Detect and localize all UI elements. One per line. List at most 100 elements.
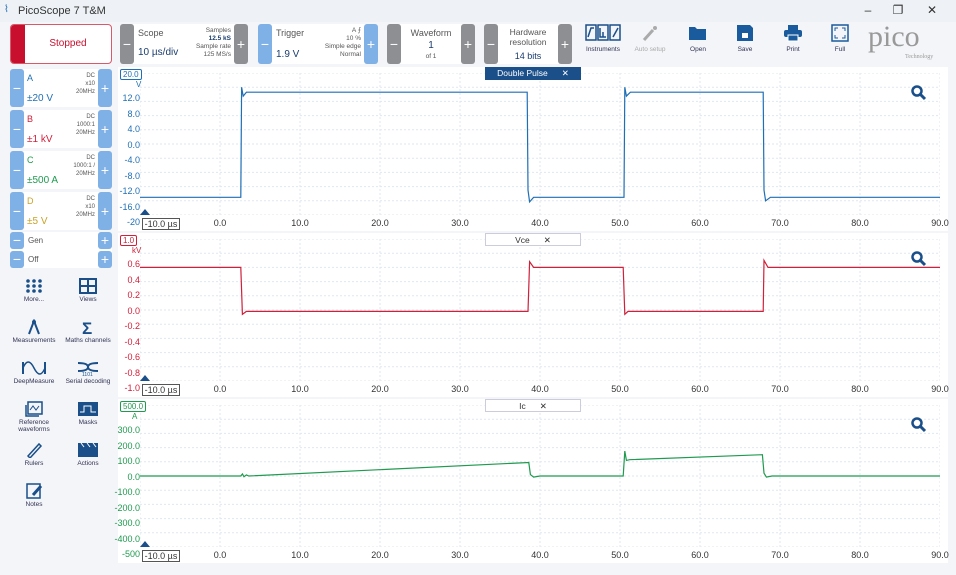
view-tab[interactable]: Double Pulse ✕ <box>485 67 581 80</box>
fullscreen-icon <box>831 24 849 42</box>
timebase-increase-button[interactable]: + <box>234 24 248 64</box>
wand-icon <box>642 26 657 42</box>
timebase-value[interactable]: 10 µs/div <box>138 47 178 58</box>
channel-range-decrease-button[interactable]: − <box>10 151 24 189</box>
close-tab-icon[interactable]: ✕ <box>544 235 551 245</box>
axis-unit: kV <box>132 246 142 255</box>
notes-button[interactable]: Notes <box>8 483 60 508</box>
trigger-marker-icon[interactable] <box>140 209 150 215</box>
x-tick-label: 70.0 <box>771 384 789 394</box>
x-tick-label: 80.0 <box>851 218 869 228</box>
trigger-increase-button[interactable]: + <box>364 24 378 64</box>
channel-range-increase-button[interactable]: + <box>98 151 112 189</box>
scope-view-2[interactable]: 1.0 kV Vce ✕ 0.6 0.4 0.2 0.0 -0.2 -0.4 -0.6 -0.8… <box>118 233 949 397</box>
zoom-icon[interactable] <box>911 85 927 101</box>
deepmeasure-icon <box>8 360 60 376</box>
auto-setup-button[interactable]: Auto setup <box>630 24 670 53</box>
resolution-decrease-button[interactable]: − <box>484 24 498 64</box>
waveform-plot[interactable] <box>140 239 940 381</box>
x-tick-label: 90.0 <box>931 384 949 394</box>
folder-icon <box>689 27 706 40</box>
gen-off-decrease-button[interactable]: − <box>10 251 24 268</box>
print-button[interactable]: Print <box>773 24 813 53</box>
channel-range-decrease-button[interactable]: − <box>10 192 24 230</box>
y-tick-label: 12.0 <box>122 93 140 103</box>
measurements-icon <box>8 319 60 335</box>
waveform-control: − Waveform 1 of 1 + <box>387 24 475 64</box>
channel-range[interactable]: ±20 V <box>27 93 53 104</box>
zoom-icon[interactable] <box>911 417 927 433</box>
axis-reference-marker[interactable]: 20.0 <box>120 69 142 80</box>
actions-button[interactable]: Actions <box>62 442 114 467</box>
x-tick-label: 60.0 <box>691 384 709 394</box>
zoom-icon[interactable] <box>911 251 927 267</box>
scope-view-1[interactable]: 20.0 V Double Pulse ✕ 12.0 8.0 4.0 0.0 -4.0 -8… <box>118 67 949 231</box>
x-tick-label: 50.0 <box>611 550 629 560</box>
y-tick-label: -4.0 <box>124 155 140 165</box>
title-bar: ⌇ PicoScope 7 T&M – ❐ ✕ <box>0 0 956 22</box>
y-tick-label: -500 <box>121 549 140 559</box>
svg-text:Σ: Σ <box>82 319 92 335</box>
serial-decoding-button[interactable]: 1101 Serial decoding <box>62 360 114 385</box>
views-button[interactable]: Views <box>62 278 114 303</box>
full-screen-button[interactable]: Full <box>820 24 860 53</box>
waveform-prev-button[interactable]: − <box>387 24 401 64</box>
channel-range-decrease-button[interactable]: − <box>10 110 24 148</box>
channel-range-decrease-button[interactable]: − <box>10 69 24 107</box>
maths-channels-button[interactable]: Σ Maths channels <box>62 319 114 344</box>
x-tick-label: 50.0 <box>611 218 629 228</box>
y-tick-label: -8.0 <box>124 170 140 181</box>
axis-reference-marker[interactable]: 500.0 <box>120 401 147 412</box>
resolution-increase-button[interactable]: + <box>558 24 572 64</box>
measurements-button[interactable]: Measurements <box>8 319 60 344</box>
y-tick-label: -200.0 <box>114 502 140 513</box>
view-tab[interactable]: Vce ✕ <box>485 233 581 246</box>
channel-range-increase-button[interactable]: + <box>98 110 112 148</box>
maximize-button[interactable]: ❐ <box>888 3 908 17</box>
run-stop-button[interactable]: Stopped <box>10 24 112 64</box>
close-button[interactable]: ✕ <box>922 3 942 17</box>
trigger-level[interactable]: 1.9 V <box>276 49 299 60</box>
serial-decoding-icon: 1101 <box>62 360 114 376</box>
channel-range[interactable]: ±5 V <box>27 216 48 227</box>
y-tick-label: -1.0 <box>124 383 140 393</box>
gen-increase-button[interactable]: + <box>98 232 112 249</box>
gen-decrease-button[interactable]: − <box>10 232 24 249</box>
timebase-decrease-button[interactable]: − <box>120 24 134 64</box>
y-tick-label: 200.0 <box>117 440 140 451</box>
channel-range[interactable]: ±500 A <box>27 175 58 186</box>
instruments-button[interactable]: Instruments <box>583 24 623 53</box>
waveform-plot[interactable] <box>140 73 940 215</box>
close-tab-icon[interactable]: ✕ <box>540 401 547 411</box>
x-tick-label: 10.0 <box>291 218 309 228</box>
reference-waveforms-button[interactable]: Reference waveforms <box>8 401 60 433</box>
y-tick-label: -100.0 <box>114 487 140 497</box>
trigger-marker-icon[interactable] <box>140 541 150 547</box>
channel-range-increase-button[interactable]: + <box>98 69 112 107</box>
x-tick-label: 20.0 <box>371 384 389 394</box>
close-tab-icon[interactable]: ✕ <box>562 68 569 78</box>
x-tick-label: 60.0 <box>691 550 709 560</box>
waveform-next-button[interactable]: + <box>461 24 475 64</box>
waveform-plot[interactable] <box>140 405 940 547</box>
deepmeasure-button[interactable]: DeepMeasure <box>8 360 60 385</box>
trigger-decrease-button[interactable]: − <box>258 24 272 64</box>
more-button[interactable]: More... <box>8 278 60 303</box>
channel-range-increase-button[interactable]: + <box>98 192 112 230</box>
y-tick-label: 300.0 <box>117 425 140 435</box>
axis-reference-marker[interactable]: 1.0 <box>120 235 138 246</box>
rulers-button[interactable]: Rulers <box>8 442 60 467</box>
channel-range[interactable]: ±1 kV <box>27 134 53 145</box>
view-tab[interactable]: Ic ✕ <box>485 399 581 412</box>
save-button[interactable]: Save <box>725 24 765 53</box>
x-tick-label: 40.0 <box>531 218 549 228</box>
trigger-marker-icon[interactable] <box>140 375 150 381</box>
y-tick-label: 0.0 <box>127 471 140 482</box>
y-tick-label: -0.6 <box>124 352 140 362</box>
signal-generator-control: − + − + Gen Off <box>10 232 112 268</box>
minimize-button[interactable]: – <box>858 3 878 17</box>
gen-off-increase-button[interactable]: + <box>98 251 112 268</box>
masks-button[interactable]: Masks <box>62 401 114 426</box>
open-button[interactable]: Open <box>678 24 718 53</box>
scope-view-3[interactable]: 500.0 A Ic ✕ 300.0 200.0 100.0 0.0 -100.0 -200… <box>114 399 949 563</box>
